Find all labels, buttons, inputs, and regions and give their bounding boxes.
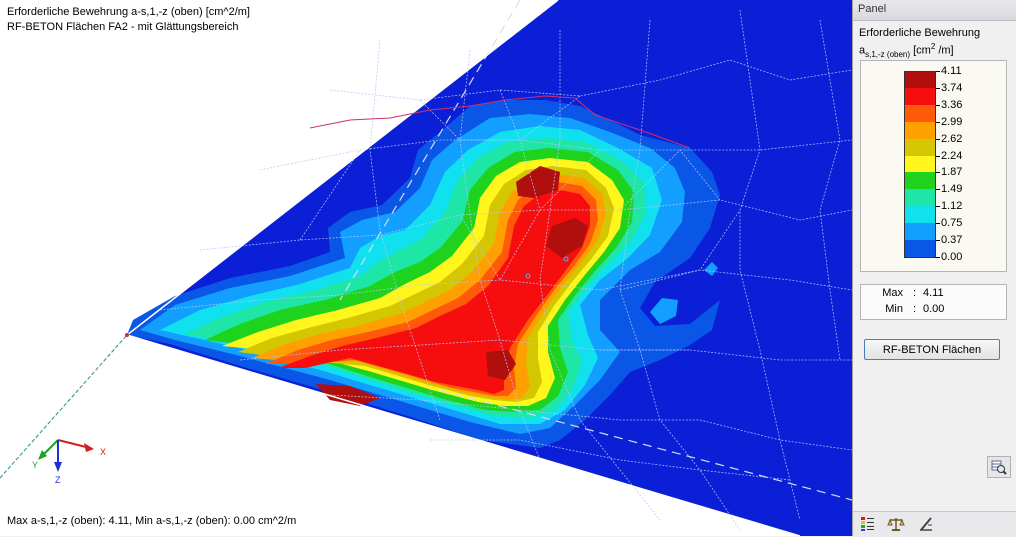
legend-symbol-subscript: s,1,-z (oben) [865,49,911,59]
legend-tick [936,189,940,191]
legend-tick [936,206,940,208]
scales-icon [887,518,905,531]
min-label: Min [885,303,903,315]
color-scale-icon [861,517,874,531]
min-value: 0.00 [923,303,945,315]
legend-value: 2.62 [941,132,963,145]
support-node [125,333,129,337]
legend-value: 0.00 [941,250,963,263]
balance-tab[interactable] [885,514,907,534]
legend-color-bar-frame [904,71,936,258]
legend-tick [936,223,940,225]
control-panel: Panel Erforderliche Bewehrung as,1,-z (o… [853,0,1016,537]
legend-subtitle: as,1,-z (oben) [cm2 /m] [859,42,954,59]
legend-tick [936,155,940,157]
axis-triad [38,439,94,472]
magnifier-table-icon [991,460,1007,475]
legend-value: 3.36 [941,98,963,111]
legend-tick [936,138,940,140]
max-label: Max [882,287,903,299]
zoom-table-button[interactable] [987,456,1011,478]
panel-toolbar [853,511,1016,537]
color-scale-tab[interactable] [857,514,879,534]
rf-beton-surfaces-button[interactable]: RF-BETON Flächen [864,339,1000,360]
panel-header: Panel [853,0,1016,21]
legend-title: Erforderliche Bewehrung [859,27,981,39]
axis-y-label: Y [32,460,38,470]
legend-value: 2.24 [941,149,963,162]
graphics-viewport[interactable]: X Y Z Erforderliche Bewehrung a-s,1,-z (… [0,0,853,536]
legend-tick [936,256,940,258]
legend-tick [936,104,940,106]
legend-value: 2.99 [941,115,963,128]
color-legend: 4.11 3.74 3.36 2.99 2.62 2.24 1.87 1.49 1.12 0.75… [860,60,1007,272]
pencil-ruler-icon [920,517,932,531]
legend-value: 1.12 [941,200,963,213]
filter-tab[interactable] [915,514,937,534]
max-min-box: Max : 4.11 Min : 0.00 [860,284,1007,320]
support-line [0,334,128,479]
axis-z-label: Z [55,475,61,485]
legend-tick [936,121,940,123]
legend-tick [936,172,940,174]
legend-unit-suffix: /m] [935,44,954,57]
axis-x-label: X [100,447,106,457]
legend-tick [936,240,940,241]
max-value: 4.11 [923,287,944,299]
viewport-title-line2: RF-BETON Flächen FA2 - mit Glättungsbere… [7,21,239,33]
max-row: Max : 4.11 [861,287,1006,302]
min-separator: : [913,303,917,315]
panel-title: Panel [858,3,887,15]
viewport-status-text: Max a-s,1,-z (oben): 4.11, Min a-s,1,-z … [7,515,297,527]
legend-unit-prefix: [cm [913,44,931,57]
legend-value: 1.87 [941,166,963,179]
viewport-title-line1: Erforderliche Bewehrung a-s,1,-z (oben) … [7,6,250,18]
legend-value: 0.75 [941,217,963,230]
legend-value: 0.37 [941,234,963,246]
contour-plot: X Y Z [0,0,852,536]
max-separator: : [913,287,917,299]
legend-tick [936,87,940,89]
legend-value: 3.74 [941,81,963,94]
legend-tick [936,71,940,72]
legend-value: 1.49 [941,183,963,196]
min-row: Min : 0.00 [861,303,1006,318]
legend-value: 4.11 [941,65,962,77]
